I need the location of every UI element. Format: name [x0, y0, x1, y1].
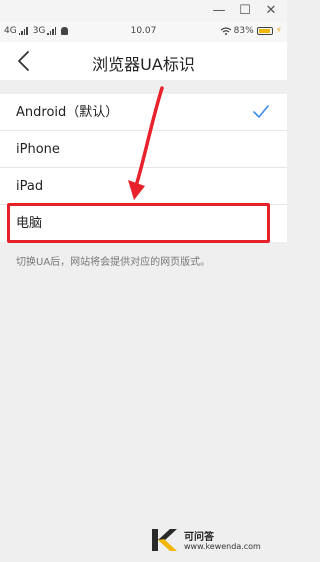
- ua-option-label: Android（默认）: [16, 105, 119, 120]
- status-bar: 4G 3G 10.07 83% ⚡: [0, 22, 287, 42]
- annotation-highlight-box: [7, 203, 270, 243]
- ua-option-android[interactable]: Android（默认）: [0, 94, 287, 131]
- status-right: 83% ⚡: [220, 26, 282, 36]
- logo-k-icon: [152, 529, 177, 551]
- ua-option-label: iPad: [16, 179, 44, 194]
- ua-option-label: iPhone: [16, 142, 60, 157]
- page-title: 浏览器UA标识: [92, 55, 195, 74]
- annotation-arrow: [128, 86, 164, 200]
- watermark-logo: 可问答 www.kewenda.com: [150, 526, 280, 556]
- battery-percent: 83%: [233, 26, 254, 36]
- ua-hint-text: 切换UA后，网站将会提供对应的网页版式。: [16, 257, 211, 268]
- maximize-icon[interactable]: ☐: [236, 2, 254, 20]
- checkmark-icon: [253, 105, 269, 118]
- window-title-bar: — ☐ ✕: [0, 0, 287, 22]
- minimize-icon[interactable]: —: [210, 2, 228, 20]
- ua-option-ipad[interactable]: iPad: [0, 168, 287, 205]
- battery-icon: [256, 27, 273, 35]
- charging-icon: ⚡: [275, 26, 282, 36]
- watermark-url: www.kewenda.com: [184, 542, 261, 551]
- close-icon[interactable]: ✕: [262, 2, 280, 20]
- wifi-icon: [220, 27, 231, 35]
- nav-bar: 浏览器UA标识: [0, 42, 287, 80]
- watermark-name: 可问答: [184, 532, 214, 543]
- ua-option-iphone[interactable]: iPhone: [0, 131, 287, 168]
